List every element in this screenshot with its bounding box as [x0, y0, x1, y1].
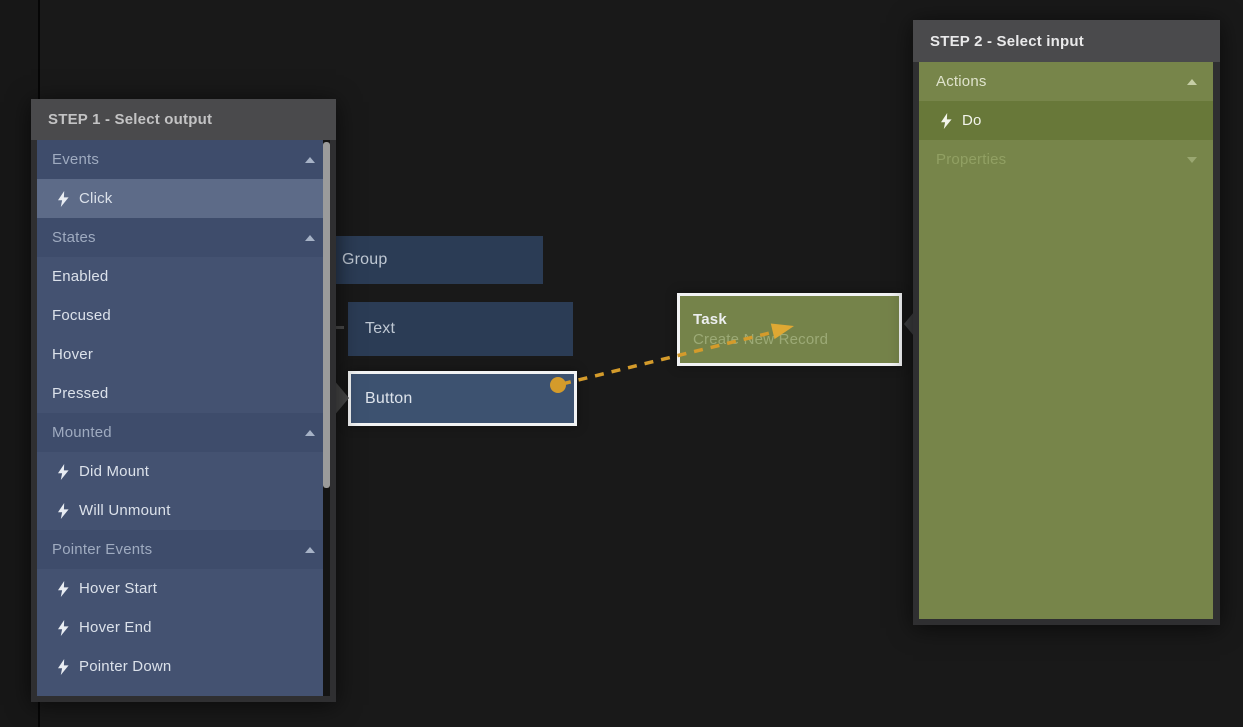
step1-panel-header: STEP 1 - Select output	[31, 99, 336, 140]
flow-editor-canvas: Group Text Button Task Create New Record…	[0, 0, 1243, 727]
list-item-did-mount[interactable]: Did Mount	[37, 452, 330, 491]
lightning-icon	[941, 113, 952, 129]
collapse-up-icon	[305, 430, 315, 436]
lightning-icon	[58, 191, 69, 207]
task-node-title: Task	[680, 311, 727, 328]
layer-node-text[interactable]: Text	[348, 302, 573, 356]
collapse-up-icon	[1187, 79, 1197, 85]
collapse-up-icon	[305, 547, 315, 553]
list-item-hover[interactable]: Hover	[37, 335, 330, 374]
section-header-events[interactable]: Events	[37, 140, 330, 179]
lightning-icon	[58, 581, 69, 597]
list-item-pointer-down[interactable]: Pointer Down	[37, 647, 330, 686]
collapse-down-icon	[1187, 157, 1197, 163]
layer-node-button[interactable]: Button	[348, 371, 577, 426]
step1-panel-title: STEP 1 - Select output	[31, 111, 212, 128]
step2-panel-title: STEP 2 - Select input	[913, 33, 1084, 50]
step1-list: Events Click States Enabled Focused Hove…	[37, 140, 330, 696]
lightning-icon	[58, 620, 69, 636]
step2-panel: STEP 2 - Select input Actions Do Propert…	[913, 20, 1220, 625]
list-item-hover-end[interactable]: Hover End	[37, 608, 330, 647]
step1-panel: STEP 1 - Select output Events Click Stat…	[31, 99, 336, 702]
node-label: Text	[348, 320, 395, 338]
step2-panel-header: STEP 2 - Select input	[913, 20, 1220, 62]
list-item-will-unmount[interactable]: Will Unmount	[37, 491, 330, 530]
section-header-pointer-events[interactable]: Pointer Events	[37, 530, 330, 569]
section-header-properties[interactable]: Properties	[919, 140, 1213, 179]
scrollbar-track[interactable]	[323, 140, 330, 696]
lightning-icon	[58, 659, 69, 675]
list-item-click[interactable]: Click	[37, 179, 330, 218]
section-header-mounted[interactable]: Mounted	[37, 413, 330, 452]
task-node[interactable]: Task Create New Record	[677, 293, 902, 366]
list-item-enabled[interactable]: Enabled	[37, 257, 330, 296]
lightning-icon	[58, 503, 69, 519]
list-item-focused[interactable]: Focused	[37, 296, 330, 335]
collapse-up-icon	[305, 235, 315, 241]
node-label: Button	[351, 390, 412, 408]
list-item-hover-start[interactable]: Hover Start	[37, 569, 330, 608]
section-header-actions[interactable]: Actions	[919, 62, 1213, 101]
step2-list: Actions Do Properties	[919, 62, 1213, 619]
list-item-do[interactable]: Do	[919, 101, 1213, 140]
task-node-subtitle: Create New Record	[680, 331, 828, 348]
section-header-states[interactable]: States	[37, 218, 330, 257]
scrollbar-thumb[interactable]	[323, 142, 330, 488]
collapse-up-icon	[305, 157, 315, 163]
lightning-icon	[58, 464, 69, 480]
list-item-pressed[interactable]: Pressed	[37, 374, 330, 413]
